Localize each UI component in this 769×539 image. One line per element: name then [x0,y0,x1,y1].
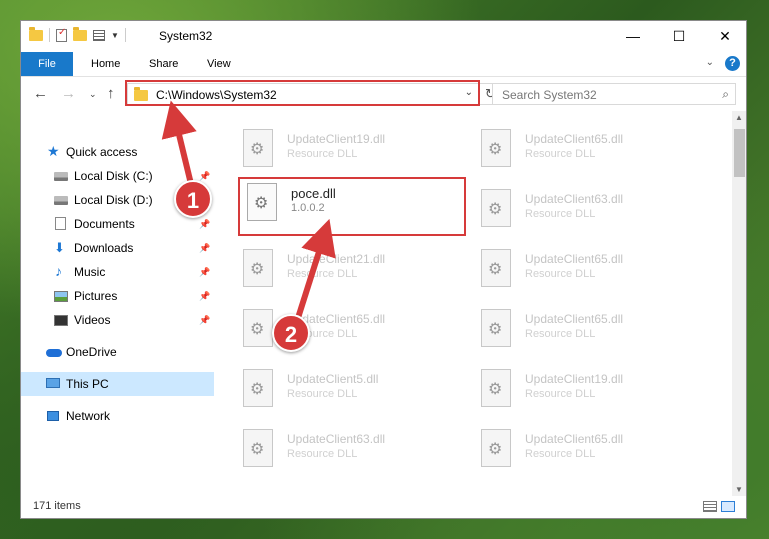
arrow-to-address-bar [161,100,197,185]
annotation-arrows [161,100,336,319]
step-2-badge: 2 [272,314,310,352]
arrow-to-file [295,218,336,319]
step-1-badge: 1 [174,180,212,218]
